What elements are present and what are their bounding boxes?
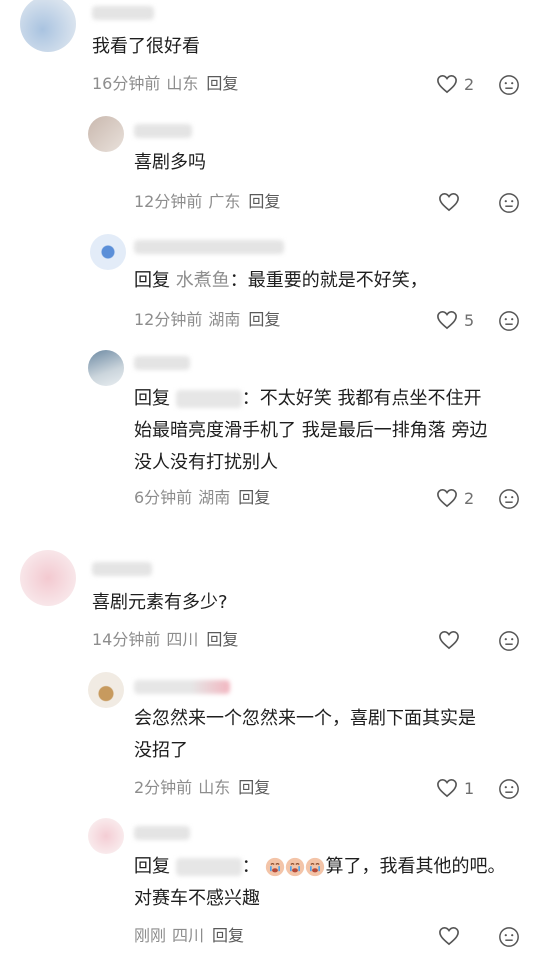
comment-meta: 2分钟前 山东 回复 [134,778,270,798]
comment-location: 山东 [166,74,199,93]
like-button[interactable] [438,630,466,650]
comment-body-line1: 算了，我看其他的吧。 [325,856,506,877]
comment-location: 湖南 [208,310,241,329]
nickname-blurred[interactable] [134,826,190,840]
colon: ： [241,856,260,877]
comment-text-line2: 始最暗亮度滑手机了 我是最后一排角落 旁边 [134,420,488,441]
like-button[interactable]: 1 [436,778,474,798]
heart-outline-icon [438,630,460,650]
avatar[interactable] [88,116,124,152]
comment-location: 湖南 [198,488,231,507]
comment-body-line1: 不太好笑 我都有点坐不住开 [259,388,482,409]
reply-prefix: 回复 [134,388,170,409]
comment-meta: 刚刚 四川 回复 [134,926,244,946]
comment-body: 最重要的就是不好笑， [247,270,428,291]
comment-time: 刚刚 [134,926,167,945]
like-count: 1 [464,778,475,798]
like-button[interactable]: 5 [436,310,474,330]
like-button[interactable] [438,926,466,946]
crying-face-emoji [285,856,305,877]
like-count: 2 [464,74,475,94]
reply-prefix: 回复 [134,856,170,877]
mention-link[interactable] [175,390,242,408]
heart-outline-icon [438,192,460,212]
comment-time: 2分钟前 [134,778,193,797]
comment-location: 四川 [166,630,199,649]
mention-link[interactable] [175,858,242,876]
like-count: 2 [464,488,475,508]
reply-button[interactable]: 回复 [248,310,280,329]
reply-button[interactable]: 回复 [248,192,280,211]
comment-text-line3: 没人没有打扰别人 [134,452,278,473]
like-button[interactable] [438,192,466,212]
comment-text-line1: 回复 ： 算了，我看其他的吧。 [134,852,505,882]
comment-text-line2: 没招了 [134,740,188,761]
comment-location: 四川 [172,926,205,945]
nickname-blurred[interactable] [134,240,284,254]
reply-button[interactable]: 回复 [238,778,270,797]
comment-text-line1: 会忽然来一个忽然来一个，喜剧下面其实是 [134,708,476,729]
comment-meta: 14分钟前 四川 回复 [92,630,238,650]
heart-outline-icon [436,310,458,330]
like-button[interactable]: 2 [436,74,474,94]
crying-face-emoji [305,856,325,877]
comment-time: 14分钟前 [92,630,161,649]
comment-text: 我看了很好看 [92,36,200,57]
colon: ： [229,270,248,291]
comment-time: 12分钟前 [134,192,203,211]
neutral-face-icon[interactable] [498,630,520,652]
comment-text: 回复 ：不太好笑 我都有点坐不住开 [134,384,481,414]
comment-meta: 12分钟前 湖南 回复 [134,310,280,330]
heart-outline-icon [436,488,458,508]
neutral-face-icon[interactable] [498,74,520,96]
reply-button[interactable]: 回复 [238,488,270,507]
neutral-face-icon[interactable] [498,778,520,800]
comment-meta: 6分钟前 湖南 回复 [134,488,270,508]
nickname-blurred[interactable] [134,356,190,370]
comment-text: 回复 水煮鱼：最重要的就是不好笑， [134,266,428,296]
comment-location: 广东 [208,192,241,211]
reply-button[interactable]: 回复 [206,74,238,93]
heart-outline-icon [438,926,460,946]
mention-link[interactable]: 水煮鱼 [176,270,230,291]
comment-text-line2: 对赛车不感兴趣 [134,888,260,909]
comment-location: 山东 [198,778,231,797]
comment-text: 喜剧多吗 [134,152,206,173]
avatar[interactable] [20,0,76,52]
nickname-blurred[interactable] [92,6,154,20]
avatar[interactable] [88,672,124,708]
nickname-blurred[interactable] [134,680,230,694]
avatar[interactable] [88,350,124,386]
comment-meta: 16分钟前 山东 回复 [92,74,238,94]
nickname-blurred[interactable] [92,562,152,576]
avatar[interactable] [90,234,126,270]
reply-button[interactable]: 回复 [206,630,238,649]
avatar[interactable] [88,818,124,854]
comment-time: 12分钟前 [134,310,203,329]
colon: ： [241,388,260,409]
like-button[interactable]: 2 [436,488,474,508]
reply-button[interactable]: 回复 [212,926,244,945]
nickname-blurred[interactable] [134,124,192,138]
crying-face-emoji [265,856,285,877]
neutral-face-icon[interactable] [498,488,520,510]
comment-text: 喜剧元素有多少? [92,592,228,613]
heart-outline-icon [436,74,458,94]
avatar[interactable] [20,550,76,606]
comment-time: 6分钟前 [134,488,193,507]
heart-outline-icon [436,778,458,798]
comment-meta: 12分钟前 广东 回复 [134,192,280,212]
neutral-face-icon[interactable] [498,310,520,332]
reply-prefix: 回复 [134,270,170,291]
like-count: 5 [464,310,475,330]
neutral-face-icon[interactable] [498,192,520,214]
neutral-face-icon[interactable] [498,926,520,948]
comment-time: 16分钟前 [92,74,161,93]
